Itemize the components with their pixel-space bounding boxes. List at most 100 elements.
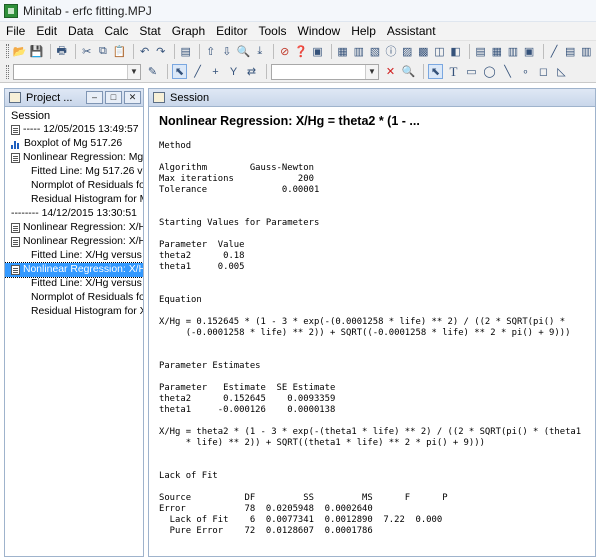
polyline-icon[interactable]: ◺	[554, 64, 569, 79]
toolbar-separator	[174, 43, 176, 59]
info-icon[interactable]: ⓘ	[384, 44, 397, 59]
session-window: Session Nonlinear Regression: X/Hg = the…	[148, 88, 596, 557]
toolbar-separator	[75, 43, 77, 59]
ellipse-icon[interactable]: ◯	[482, 64, 497, 79]
toolbar-separator	[199, 43, 201, 59]
minimize-button[interactable]: –	[86, 91, 103, 104]
related-docs-icon[interactable]: ◧	[449, 44, 462, 59]
tree-item[interactable]: Fitted Line: X/Hg versus li	[5, 249, 143, 263]
tree-item[interactable]: Nonlinear Regression: X/Hg	[5, 262, 143, 278]
toolbar-grip[interactable]	[6, 64, 9, 79]
menu-stat[interactable]: Stat	[139, 24, 160, 38]
graph-element-dropdown[interactable]: ▼	[271, 63, 379, 80]
tree-item[interactable]: ----- 12/05/2015 13:49:57	[5, 123, 143, 137]
new-column-icon[interactable]: ◫	[433, 44, 446, 59]
marker-icon[interactable]: ∘	[518, 64, 533, 79]
tree-item-label: Nonlinear Regression: X/Hg	[23, 236, 143, 247]
table-icon[interactable]: ▦	[490, 44, 503, 59]
output-text: Algorithm Gauss-Newton Max iterations 20…	[159, 163, 320, 195]
swap-icon[interactable]: ⇄	[244, 64, 259, 79]
toolbar-separator	[469, 43, 471, 59]
redo-icon[interactable]: ↷	[154, 44, 167, 59]
menu-calc[interactable]: Calc	[104, 24, 128, 38]
folder-icon	[9, 92, 21, 103]
tree-item[interactable]: Boxplot of Mg 517.26	[5, 137, 143, 151]
menu-help[interactable]: Help	[351, 24, 376, 38]
previous-icon[interactable]: ⇧	[204, 44, 217, 59]
tree-item[interactable]: -------- 14/12/2015 13:30:51	[5, 207, 143, 221]
session-content[interactable]: Nonlinear Regression: X/Hg = theta2 * (1…	[149, 107, 595, 537]
tree-item[interactable]: Nonlinear Regression: X/Hg	[5, 221, 143, 235]
tree-item[interactable]: Nonlinear Regression: X/Hg	[5, 235, 143, 249]
menu-graph[interactable]: Graph	[172, 24, 205, 38]
project-manager-titlebar[interactable]: Project ... – □ ✕	[5, 89, 143, 107]
help-icon[interactable]: ❓	[294, 44, 308, 59]
cancel-icon[interactable]: ⊘	[278, 44, 291, 59]
tree-item[interactable]: Fitted Line: X/Hg versus li	[5, 277, 143, 291]
menu-window[interactable]: Window	[298, 24, 341, 38]
undo-icon[interactable]: ↶	[138, 44, 151, 59]
delete-icon[interactable]: ✕	[383, 64, 398, 79]
close-button[interactable]: ✕	[124, 91, 141, 104]
open-icon[interactable]: 📂	[13, 44, 27, 59]
tree-root-session[interactable]: Session	[5, 109, 143, 123]
tree-item[interactable]: Nonlinear Regression: Mg 5	[5, 151, 143, 165]
tree-item[interactable]: Normplot of Residuals for	[5, 291, 143, 305]
worksheets-icon[interactable]: ▥	[352, 44, 365, 59]
find-next-icon[interactable]: ⤓	[253, 44, 266, 59]
pencil-icon[interactable]: ╱	[190, 64, 205, 79]
cut-icon[interactable]: ✂	[80, 44, 93, 59]
output-text: Parameter Estimates	[159, 361, 261, 371]
menu-file[interactable]: File	[6, 24, 25, 38]
tree-item[interactable]: Normplot of Residuals for	[5, 179, 143, 193]
session-output-icon	[11, 237, 20, 247]
toolbar-grip[interactable]	[6, 44, 9, 58]
menu-tools[interactable]: Tools	[258, 24, 286, 38]
select-pointer-icon[interactable]: ⬉	[172, 64, 187, 79]
edit-last-dialog-icon[interactable]: ▤	[179, 44, 192, 59]
close-graphs-icon[interactable]: ▣	[522, 44, 535, 59]
find-icon[interactable]: 🔍	[236, 44, 250, 59]
save-icon[interactable]: 💾	[30, 44, 44, 59]
filter-icon[interactable]: Y	[226, 64, 241, 79]
menu-assistant[interactable]: Assistant	[387, 24, 436, 38]
tree-item-label: Nonlinear Regression: X/Hg	[23, 222, 143, 233]
worksheet-dropdown[interactable]: ▼	[13, 63, 141, 80]
tree-item[interactable]: Residual Histogram for X/	[5, 305, 143, 319]
tree-item[interactable]: Fitted Line: Mg 517.26 ver	[5, 165, 143, 179]
statguide-icon[interactable]: ▣	[311, 44, 324, 59]
crosshair-icon[interactable]: +	[208, 64, 223, 79]
rectangle-icon[interactable]: ▭	[464, 64, 479, 79]
menu-edit[interactable]: Edit	[36, 24, 57, 38]
session-output-icon	[11, 125, 20, 135]
session-window-icon[interactable]: ▦	[336, 44, 349, 59]
next-icon[interactable]: ⇩	[220, 44, 233, 59]
copy-icon[interactable]: ⧉	[96, 44, 109, 59]
menu-data[interactable]: Data	[68, 24, 93, 38]
print-icon[interactable]: 🖶	[55, 44, 68, 59]
layout-icon[interactable]: ▥	[506, 44, 519, 59]
brush-tool-icon[interactable]: ✎	[145, 64, 160, 79]
tree-item-label: Normplot of Residuals for	[31, 292, 143, 303]
graph-gallery-icon[interactable]: ▤	[474, 44, 487, 59]
polygon-icon[interactable]: ◻	[536, 64, 551, 79]
text-tool-icon[interactable]: T	[446, 64, 461, 79]
history-icon[interactable]: ▨	[401, 44, 414, 59]
more-tools-icon[interactable]: ▥	[580, 44, 593, 59]
menu-editor[interactable]: Editor	[216, 24, 247, 38]
output-text: X/Hg = 0.152645 * (1 - 3 * exp(-(0.00012…	[159, 317, 571, 338]
tree-item-label: Residual Histogram for X/	[31, 306, 143, 317]
tree-item[interactable]: Residual Histogram for M	[5, 193, 143, 207]
session-titlebar[interactable]: Session	[149, 89, 595, 107]
tree-item-label: ----- 12/05/2015 13:49:57	[23, 124, 139, 135]
maximize-button[interactable]: □	[105, 91, 122, 104]
zoom-icon[interactable]: 🔍	[401, 64, 416, 79]
graphs-icon[interactable]: ▧	[368, 44, 381, 59]
brush-icon[interactable]: ▤	[564, 44, 577, 59]
report-pad-icon[interactable]: ▩	[417, 44, 430, 59]
paste-icon[interactable]: 📋	[112, 44, 126, 59]
line-icon[interactable]: ╲	[500, 64, 515, 79]
edit-graph-icon[interactable]: ╱	[548, 44, 561, 59]
annotation-select-icon[interactable]: ⬉	[428, 64, 443, 79]
